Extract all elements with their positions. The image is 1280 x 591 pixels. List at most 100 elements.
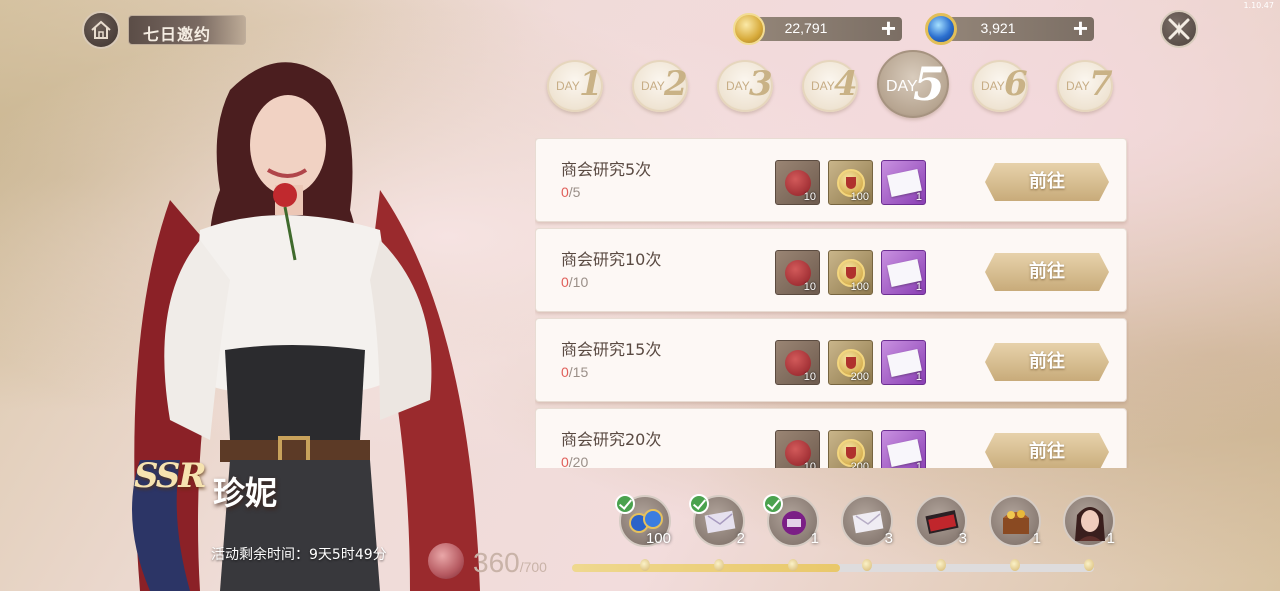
- go-button[interactable]: 前往: [985, 343, 1109, 381]
- milestone-reward-pouch[interactable]: 1: [763, 494, 819, 547]
- reward-qty: 100: [850, 281, 869, 293]
- reward-crest-coin[interactable]: 200: [828, 340, 873, 385]
- claimed-check-icon: [615, 494, 635, 514]
- day-word: DAY: [556, 79, 580, 93]
- event-timer: 活动剩余时间：9天5时49分: [211, 547, 387, 563]
- reward-qty: 200: [850, 461, 869, 468]
- milestone-qty: 1: [1106, 530, 1115, 547]
- home-icon: [91, 20, 111, 39]
- progress-marker: [640, 559, 650, 573]
- reward-wax-seal[interactable]: 10: [775, 160, 820, 205]
- points-max: /700: [519, 559, 547, 575]
- close-icon: [1168, 18, 1190, 40]
- progress-marker: [714, 559, 724, 573]
- progress-marker: [1084, 559, 1094, 573]
- milestone-qty: 1: [1032, 530, 1041, 547]
- day-number: 7: [1089, 64, 1113, 104]
- milestone-qty: 3: [958, 530, 967, 547]
- day-word: DAY: [1066, 79, 1090, 93]
- reward-qty: 10: [803, 281, 816, 293]
- wax-seal-points-icon: [428, 543, 464, 579]
- reward-qty: 1: [915, 191, 922, 203]
- task-progress: 0/20: [561, 454, 588, 468]
- reward-letter[interactable]: 1: [881, 430, 926, 468]
- points-display: 360/700: [473, 547, 547, 579]
- task-progress: 0/10: [561, 274, 588, 290]
- tab-day-4[interactable]: DAY 4: [802, 60, 858, 112]
- rarity-label: SSR: [134, 456, 207, 496]
- task-progress-current: 0: [561, 184, 569, 200]
- day-number: 4: [834, 64, 858, 104]
- task-progress-target: /15: [568, 364, 589, 380]
- treasure-chest-icon: [1003, 510, 1029, 534]
- task-progress-target: /20: [568, 454, 589, 468]
- day-word: DAY: [726, 79, 750, 93]
- progress-fill: [572, 564, 841, 572]
- reward-letter[interactable]: 1: [881, 340, 926, 385]
- day-word: DAY: [811, 79, 835, 93]
- milestone-reward-gems[interactable]: 100: [615, 494, 671, 547]
- task-progress: 0/15: [561, 364, 588, 380]
- tab-day-7[interactable]: DAY 7: [1057, 60, 1113, 112]
- reward-crest-coin[interactable]: 200: [828, 430, 873, 468]
- gold-amount: 22,791: [784, 20, 828, 36]
- reward-letter[interactable]: 1: [881, 160, 926, 205]
- milestone-qty: 3: [884, 530, 893, 547]
- day-number: 2: [664, 64, 688, 104]
- milestone-reward-red-envelope[interactable]: 3: [915, 495, 967, 547]
- task-progress: 0/5: [561, 184, 580, 200]
- add-gem-button[interactable]: +: [1073, 15, 1088, 41]
- progress-marker: [862, 559, 872, 573]
- task-name: 商会研究5次: [561, 160, 652, 179]
- task-progress-current: 0: [561, 454, 569, 468]
- gem-amount: 3,921: [980, 20, 1016, 36]
- close-button[interactable]: [1160, 10, 1198, 48]
- reward-wax-seal[interactable]: 10: [775, 340, 820, 385]
- task-progress-target: /5: [568, 184, 581, 200]
- task-progress-target: /10: [568, 274, 589, 290]
- pouch-icon: [782, 511, 806, 535]
- reward-letter[interactable]: 1: [881, 250, 926, 295]
- progress-marker: [936, 559, 946, 573]
- milestone-reward-treasure-chest[interactable]: 1: [989, 495, 1041, 547]
- task-row: 商会研究20次 0/20 10 200 1 前往: [535, 408, 1127, 468]
- character-portrait-icon: [1075, 507, 1105, 541]
- reward-qty: 10: [803, 461, 816, 468]
- day-number: 1: [579, 64, 603, 104]
- task-row: 商会研究5次 0/5 10 100 1 前往: [535, 138, 1127, 222]
- progress-marker: [788, 559, 798, 573]
- milestone-reward-character[interactable]: 1: [1063, 495, 1115, 547]
- go-button[interactable]: 前往: [985, 253, 1109, 291]
- points-current: 360: [473, 547, 520, 578]
- reward-qty: 100: [850, 191, 869, 203]
- tab-day-5[interactable]: DAY 5: [877, 50, 949, 118]
- tab-day-6[interactable]: DAY 6: [972, 60, 1028, 112]
- task-list[interactable]: 商会研究5次 0/5 10 100 1 前往 商会研究10次 0/10 10 1…: [535, 138, 1129, 468]
- tab-day-3[interactable]: DAY 3: [717, 60, 773, 112]
- go-button[interactable]: 前往: [985, 433, 1109, 468]
- claimed-check-icon: [763, 494, 783, 514]
- reward-wax-seal[interactable]: 10: [775, 430, 820, 468]
- milestone-qty: 100: [645, 530, 671, 547]
- milestone-reward-letter[interactable]: 2: [689, 494, 745, 547]
- day-word: DAY: [981, 79, 1005, 93]
- go-button[interactable]: 前往: [985, 163, 1109, 201]
- tab-day-2[interactable]: DAY 2: [632, 60, 688, 112]
- gem-icon: [925, 13, 957, 45]
- task-progress-current: 0: [561, 364, 569, 380]
- add-gold-button[interactable]: +: [881, 15, 896, 41]
- gold-currency-bar: 22,791 +: [752, 15, 902, 41]
- reward-crest-coin[interactable]: 100: [828, 250, 873, 295]
- reward-wax-seal[interactable]: 10: [775, 250, 820, 295]
- letter-icon: [704, 510, 736, 534]
- character-name: 珍妮: [213, 474, 278, 512]
- task-name: 商会研究10次: [561, 250, 662, 269]
- reward-crest-coin[interactable]: 100: [828, 160, 873, 205]
- milestone-reward-letter[interactable]: 3: [841, 495, 893, 547]
- milestone-qty: 1: [810, 530, 819, 547]
- reward-qty: 10: [803, 191, 816, 203]
- reward-qty: 1: [915, 281, 922, 293]
- tab-day-1[interactable]: DAY 1: [547, 60, 603, 112]
- task-row: 商会研究15次 0/15 10 200 1 前往: [535, 318, 1127, 402]
- red-envelope-icon: [925, 510, 959, 534]
